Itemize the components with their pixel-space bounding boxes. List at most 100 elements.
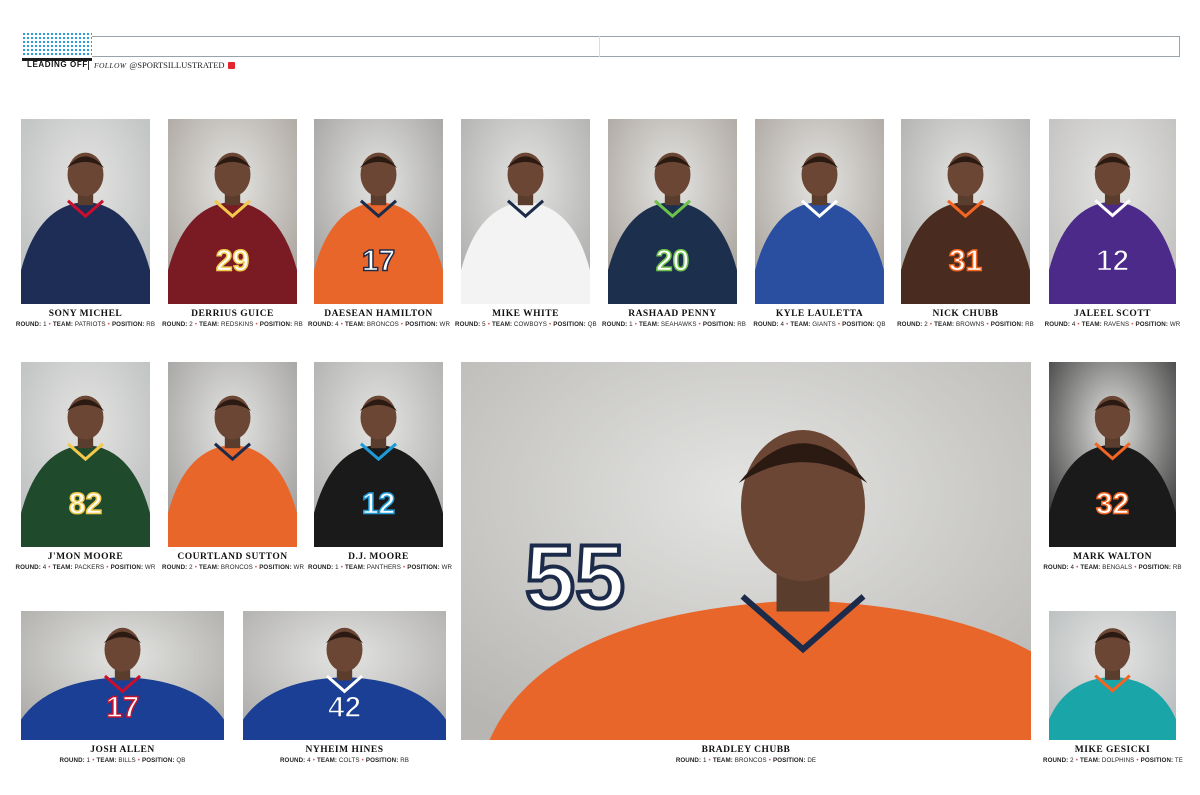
position-value: WR — [439, 564, 453, 571]
separator-dot: • — [634, 321, 638, 328]
player-meta: ROUND: 4 • TEAM: GIANTS • POSITION: QB — [749, 321, 890, 328]
position-value: RB — [292, 321, 303, 328]
section-header: LEADING OFF FOLLOW @SPORTSILLUSTRATED — [20, 30, 1180, 75]
player-meta: ROUND: 1 • TEAM: SEAHAWKS • POSITION: RB — [602, 321, 746, 328]
jersey-number: 55 — [525, 528, 625, 628]
round-label: ROUND: — [15, 564, 41, 571]
position-value: RB — [1171, 564, 1182, 571]
player-card: 12 D.J. MOORE ROUND: 1 • TEAM: PANTHERS • POSI… — [308, 362, 452, 577]
team-label: TEAM: — [199, 321, 220, 328]
team-value: PANTHERS — [365, 564, 401, 571]
position-value: WR — [437, 321, 451, 328]
player-meta: ROUND: 1 • TEAM: PANTHERS • POSITION: WR — [308, 564, 453, 571]
separator-dot: • — [708, 757, 711, 764]
separator-dot: • — [340, 321, 344, 328]
position-label: POSITION: — [259, 564, 292, 571]
round-value: 4 — [40, 564, 47, 571]
round-value: 5 — [480, 321, 486, 328]
jersey-number: 29 — [216, 245, 249, 278]
round-label: ROUND: — [675, 757, 702, 764]
round-value: 1 — [701, 757, 707, 764]
team-value: BRONCOS — [732, 757, 767, 764]
team-value: GIANTS — [810, 321, 836, 328]
position-value: QB — [585, 321, 597, 328]
round-label: ROUND: — [602, 321, 628, 328]
separator-dot: • — [548, 321, 552, 328]
team-value: COWBOYS — [512, 321, 547, 328]
player-card: MIKE GESICKI ROUND: 2 • TEAM: DOLPHINS • POSI… — [1043, 611, 1183, 770]
round-label: ROUND: — [1043, 757, 1069, 764]
player-photo — [21, 119, 150, 304]
separator-dot: • — [1077, 321, 1080, 328]
player-photo — [168, 362, 297, 547]
position-label: POSITION: — [702, 321, 736, 328]
player-name: COURTLAND SUTTON — [177, 552, 288, 562]
player-name: J'MON MOORE — [47, 552, 124, 562]
player-photo: 82 — [21, 362, 150, 547]
position-label: POSITION: — [1140, 757, 1174, 764]
position-value: WR — [1168, 321, 1181, 328]
round-value: 4 — [1070, 321, 1076, 328]
follow-word: FOLLOW — [94, 61, 127, 70]
player-meta: ROUND: 1 • TEAM: BRONCOS • POSITION: DE — [455, 757, 1037, 764]
team-value: BRONCOS — [365, 321, 399, 328]
team-value: BRONCOS — [219, 564, 253, 571]
player-photo: 12 — [314, 362, 443, 547]
round-label: ROUND: — [308, 564, 334, 571]
round-value: 4 — [1068, 564, 1075, 571]
position-label: POSITION: — [773, 757, 806, 764]
player-photo — [1049, 611, 1176, 740]
team-value: BILLS — [116, 757, 136, 764]
separator-dot: • — [107, 321, 110, 328]
team-label: TEAM: — [345, 321, 366, 328]
team-label: TEAM: — [199, 564, 220, 571]
player-card: COURTLAND SUTTON ROUND: 2 • TEAM: BRONCOS • P… — [162, 362, 304, 577]
jersey-number: 82 — [69, 488, 102, 521]
player-name: BRADLEY CHUBB — [701, 745, 791, 755]
player-meta: ROUND: 2 • TEAM: BROWNS • POSITION: RB — [895, 321, 1036, 328]
separator-dot: • — [106, 564, 109, 571]
player-meta: ROUND: 4 • TEAM: COLTS • POSITION: RB — [237, 757, 452, 764]
position-label: POSITION: — [990, 321, 1024, 328]
header-end-line — [1179, 36, 1180, 57]
separator-dot: • — [48, 321, 51, 328]
team-label: TEAM: — [934, 321, 955, 328]
team-label: TEAM: — [639, 321, 660, 328]
jersey-number: 17 — [106, 691, 139, 724]
separator-dot: • — [194, 321, 198, 328]
player-card: 17 DAESEAN HAMILTON ROUND: 4 • TEAM: BRONCOS… — [308, 119, 450, 334]
jersey-number: 12 — [1096, 245, 1129, 278]
player-meta: ROUND: 4 • TEAM: BRONCOS • POSITION: WR — [308, 321, 451, 328]
player-meta: ROUND: 1 • TEAM: PATRIOTS • POSITION: RB — [15, 321, 156, 328]
round-label: ROUND: — [162, 321, 188, 328]
position-label: POSITION: — [111, 321, 145, 328]
player-photo: 42 — [243, 611, 446, 740]
player-meta: ROUND: 5 • TEAM: COWBOYS • POSITION: QB — [455, 321, 597, 328]
separator-dot: • — [48, 564, 51, 571]
round-value: 2 — [187, 321, 193, 328]
separator-dot: • — [768, 757, 772, 764]
team-value: REDSKINS — [219, 321, 254, 328]
separator-dot: • — [837, 321, 841, 328]
team-label: TEAM: — [345, 564, 366, 571]
player-photo — [461, 119, 590, 304]
round-value: 2 — [187, 564, 193, 571]
round-label: ROUND: — [897, 321, 923, 328]
round-value: 1 — [333, 564, 339, 571]
round-label: ROUND: — [59, 757, 85, 764]
player-meta: ROUND: 2 • TEAM: DOLPHINS • POSITION: TE — [1043, 757, 1183, 764]
separator-dot: • — [786, 321, 789, 328]
round-value: 1 — [41, 321, 47, 328]
separator-dot: • — [487, 321, 491, 328]
player-name: DAESEAN HAMILTON — [324, 309, 433, 319]
player-card: KYLE LAULETTA ROUND: 4 • TEAM: GIANTS • POSIT… — [753, 119, 886, 334]
separator-dot: • — [312, 757, 315, 764]
team-label: TEAM: — [1080, 757, 1101, 764]
section-label: LEADING OFF — [27, 60, 88, 69]
separator-dot: • — [986, 321, 989, 328]
team-label: TEAM: — [1080, 564, 1101, 571]
team-label: TEAM: — [712, 757, 733, 764]
social-handle[interactable]: @SPORTSILLUSTRATED — [129, 60, 224, 70]
position-value: DE — [805, 757, 817, 764]
round-label: ROUND: — [455, 321, 481, 328]
